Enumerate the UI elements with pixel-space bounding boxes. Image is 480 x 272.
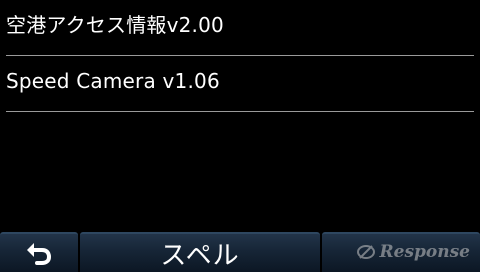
app-list: 空港アクセス情報v2.00 Speed Camera v1.06 (0, 0, 480, 112)
list-item-speed-camera[interactable]: Speed Camera v1.06 (0, 56, 480, 112)
bottom-toolbar: スペル Response (0, 232, 480, 272)
spell-button[interactable]: スペル (80, 232, 320, 272)
spell-button-label: スペル (160, 240, 240, 271)
back-button[interactable] (0, 232, 78, 272)
list-item-airport-access[interactable]: 空港アクセス情報v2.00 (0, 0, 480, 56)
watermark-text: Response (379, 242, 471, 262)
list-item-label: Speed Camera v1.06 (6, 69, 220, 93)
divider (6, 111, 474, 112)
watermark: Response (356, 242, 471, 262)
list-item-label: 空港アクセス情報v2.00 (6, 13, 224, 37)
watermark-logo-icon (356, 245, 375, 259)
back-arrow-icon (27, 243, 52, 265)
toolbar-blank-button[interactable]: Response (322, 232, 480, 272)
